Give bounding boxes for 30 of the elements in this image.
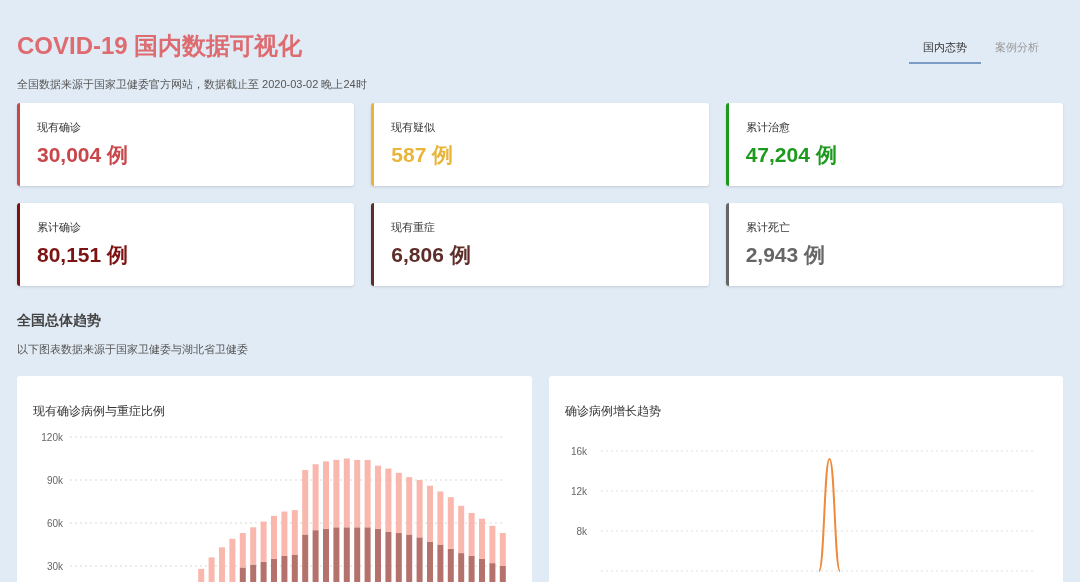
bar [208, 557, 215, 582]
chart-title: 现有确诊病例与重症比例 [32, 403, 166, 420]
bar [219, 547, 225, 582]
axis-tick-label: 8k [575, 526, 587, 537]
nav-tab[interactable]: 国内态势 [909, 32, 981, 64]
stat-label: 累计确诊 [37, 219, 82, 235]
axis-tick-label: 16k [570, 446, 587, 457]
stat-label: 现有重症 [391, 219, 437, 235]
stat-label: 现有确诊 [37, 119, 82, 135]
stat-label: 现有疑似 [391, 119, 437, 135]
axis-tick-label: 90k [46, 475, 63, 486]
data-source-note: 全国数据来源于国家卫健委官方网站，数据截止至 2020-03-02 晚上24时 [17, 77, 367, 92]
stat-label: 累计治愈 [745, 119, 791, 135]
section-note: 以下图表数据来源于国家卫健委与湖北省卫健委 [17, 341, 249, 357]
section-title: 全国总体趋势 [17, 310, 102, 330]
axis-tick-label: 60k [46, 518, 63, 529]
bar [229, 538, 236, 582]
page-title: COVID-19 国内数据可视化 [17, 31, 304, 61]
axis-tick-label: 30k [46, 561, 63, 572]
stat-label: 累计死亡 [745, 219, 791, 235]
stat-value: 30,004 例 [37, 142, 130, 168]
bar [198, 568, 205, 582]
axis-tick-label: 120k [41, 432, 63, 443]
stat-value: 6,806 例 [391, 242, 472, 268]
chart-title: 确诊病例增长趋势 [563, 403, 662, 420]
axis-tick-label: 12k [570, 486, 587, 497]
stat-value: 2,943 例 [745, 242, 827, 268]
stat-value: 47,204 例 [745, 142, 838, 168]
stat-value: 587 例 [391, 142, 455, 168]
stat-value: 80,151 例 [37, 242, 130, 268]
